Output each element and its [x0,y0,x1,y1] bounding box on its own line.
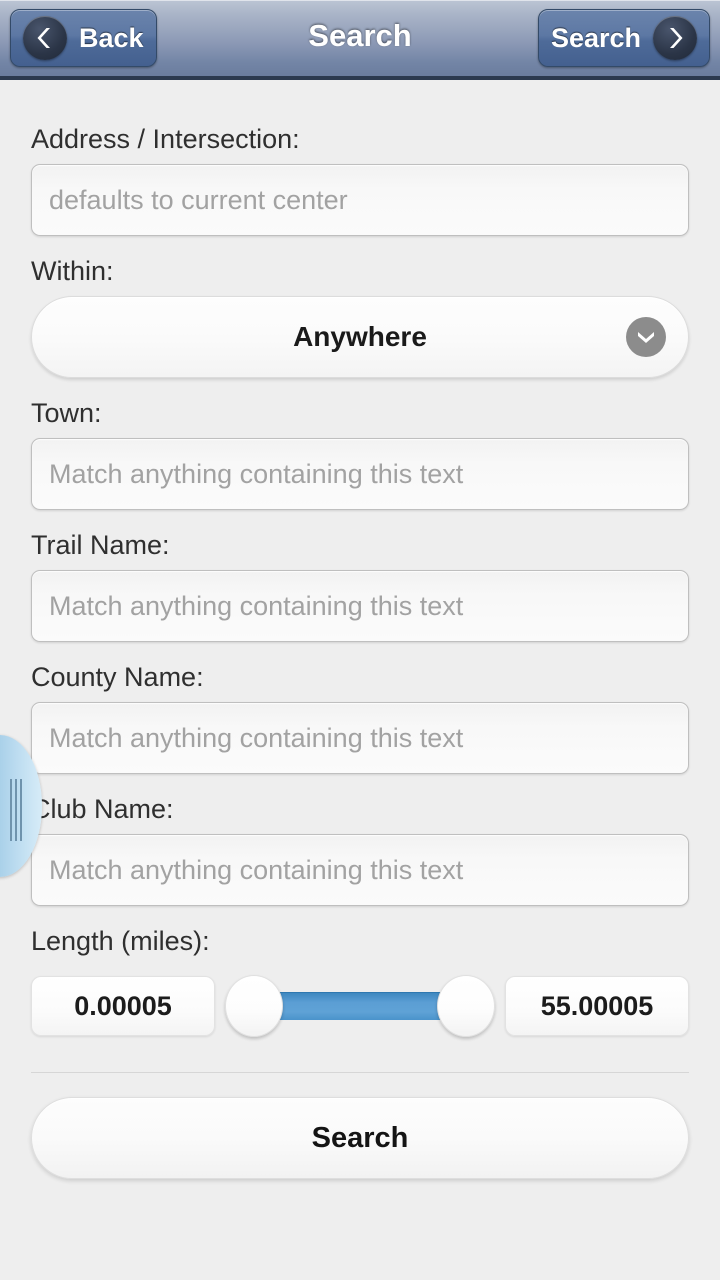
field-club-name-label: Club Name: [31,794,174,824]
form-divider [31,1072,689,1073]
field-county-name: County Name: Match anything containing t… [31,642,689,774]
within-select-value: Anywhere [293,321,427,352]
slider-handle-min[interactable] [225,975,283,1037]
submit-search-button[interactable]: Search [31,1097,689,1179]
length-max-value-box[interactable]: 55.00005 [505,976,689,1036]
length-range-slider[interactable]: 0.00005 55.00005 [31,968,689,1044]
field-county-name-label: County Name: [31,662,204,692]
town-input-placeholder: Match anything containing this text [49,458,464,489]
club-name-input-placeholder: Match anything containing this text [49,854,464,885]
field-address-label: Address / Intersection: [31,124,300,154]
chevron-right-icon [653,16,697,60]
back-button-label: Back [79,22,144,53]
slider-track[interactable] [225,975,495,1037]
app-header: Back Search Search [0,0,720,80]
field-town-label: Town: [31,398,102,428]
town-input[interactable]: Match anything containing this text [31,438,689,510]
slider-track-fill [265,992,455,1020]
slider-handle-max[interactable] [437,975,495,1037]
club-name-input[interactable]: Match anything containing this text [31,834,689,906]
page-title-text: Search [308,18,412,53]
header-search-button[interactable]: Search [537,9,710,67]
field-address: Address / Intersection: defaults to curr… [31,80,689,236]
field-club-name: Club Name: Match anything containing thi… [31,774,689,906]
field-town: Town: Match anything containing this tex… [31,378,689,510]
search-form: Address / Intersection: defaults to curr… [0,80,720,1044]
trail-name-input[interactable]: Match anything containing this text [31,570,689,642]
within-select[interactable]: Anywhere [31,296,689,378]
chevron-down-icon [626,317,666,357]
length-min-value-box[interactable]: 0.00005 [31,976,215,1036]
header-search-button-label: Search [550,22,641,53]
field-length-label: Length (miles): [31,926,210,956]
field-trail-name-label: Trail Name: [31,530,170,560]
submit-search-button-label: Search [311,1121,409,1154]
address-input-placeholder: defaults to current center [49,184,348,215]
chevron-left-icon [23,16,67,60]
county-name-input-placeholder: Match anything containing this text [49,722,464,753]
length-min-value: 0.00005 [74,990,172,1021]
address-input[interactable]: defaults to current center [31,164,689,236]
grip-lines-icon [10,779,22,841]
field-within: Within: Anywhere [31,236,689,378]
field-length: Length (miles): 0.00005 55.00005 [31,906,689,1044]
county-name-input[interactable]: Match anything containing this text [31,702,689,774]
trail-name-input-placeholder: Match anything containing this text [49,590,464,621]
back-button[interactable]: Back [10,9,157,67]
length-max-value: 55.00005 [540,990,654,1021]
field-trail-name: Trail Name: Match anything containing th… [31,510,689,642]
field-within-label: Within: [31,256,114,286]
